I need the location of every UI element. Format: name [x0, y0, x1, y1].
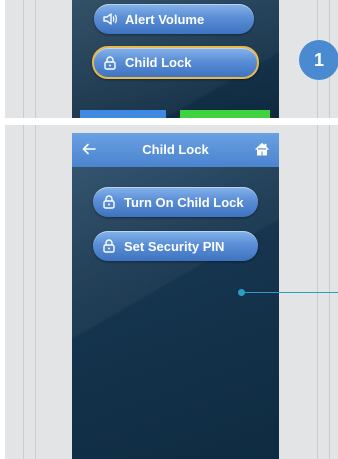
- set-security-pin-label: Set Security PIN: [124, 238, 225, 254]
- panel-divider: [35, 0, 36, 118]
- top-screenshot-panel: Alert Volume Child Lock: [5, 0, 338, 118]
- lock-icon: [101, 194, 117, 210]
- speaker-icon: [102, 11, 118, 27]
- set-security-pin-button[interactable]: Set Security PIN: [93, 231, 258, 261]
- callout-dot: [238, 289, 245, 296]
- step-badge: 1: [299, 40, 338, 80]
- alert-volume-label: Alert Volume: [125, 11, 205, 27]
- callout-line: [241, 292, 338, 293]
- turn-on-child-lock-label: Turn On Child Lock: [124, 194, 244, 210]
- panel-divider: [23, 0, 24, 118]
- page-title: Child Lock: [142, 142, 209, 157]
- device-screen-top: Alert Volume Child Lock: [72, 0, 279, 118]
- home-icon[interactable]: [254, 141, 270, 157]
- device-screen-child-lock: Child Lock Turn On Child Lock Set Securi…: [72, 133, 279, 459]
- child-lock-button-selected[interactable]: Child Lock: [92, 46, 259, 79]
- child-lock-label: Child Lock: [125, 55, 192, 70]
- panel-divider: [35, 125, 36, 459]
- bottom-strip-blue[interactable]: [80, 110, 166, 118]
- lock-icon: [101, 238, 117, 254]
- title-bar: Child Lock: [72, 133, 279, 167]
- alert-volume-button[interactable]: Alert Volume: [94, 4, 254, 34]
- lock-icon: [102, 55, 118, 71]
- panel-divider: [23, 125, 24, 459]
- bottom-strip-green[interactable]: [180, 110, 270, 118]
- turn-on-child-lock-button[interactable]: Turn On Child Lock: [93, 187, 258, 217]
